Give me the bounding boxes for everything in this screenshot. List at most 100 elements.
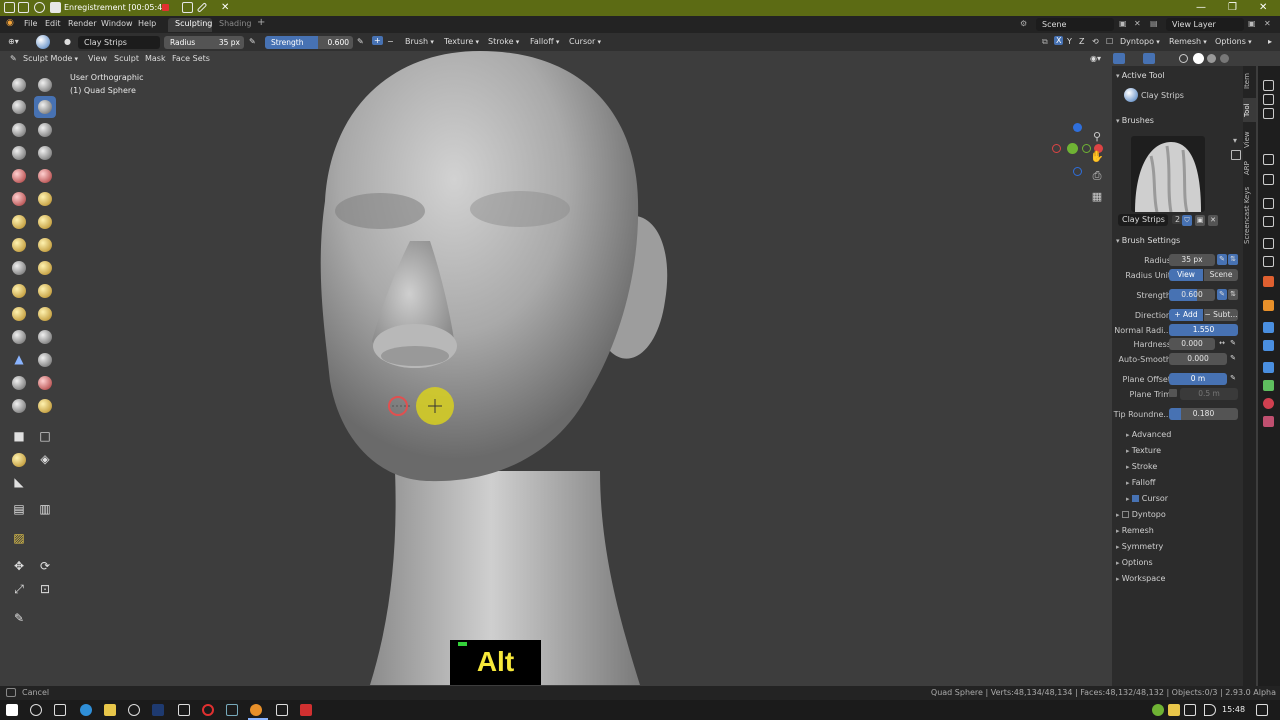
unlink-brush-icon[interactable]: ✕ bbox=[1208, 215, 1218, 226]
collection-props-icon[interactable] bbox=[1263, 216, 1274, 227]
brush-image-icon[interactable] bbox=[1231, 150, 1241, 160]
xray-toggle-icon[interactable] bbox=[1143, 53, 1155, 64]
panel-workspace[interactable]: Workspace bbox=[1116, 574, 1166, 583]
tool-smooth[interactable] bbox=[34, 165, 56, 187]
tool-boundary[interactable] bbox=[34, 326, 56, 348]
add-workspace-button[interactable]: + bbox=[257, 17, 265, 28]
brush-thumbnail[interactable] bbox=[1131, 136, 1205, 212]
direction-subtract[interactable]: − Subt... bbox=[1204, 309, 1238, 321]
network-icon[interactable] bbox=[1184, 704, 1196, 716]
radius-unit-icon[interactable]: ⇅ bbox=[1228, 254, 1238, 265]
tool-clay[interactable] bbox=[8, 96, 30, 118]
strength-pressure-icon[interactable]: ✎ bbox=[1217, 289, 1227, 300]
output-props-icon[interactable] bbox=[1263, 94, 1274, 105]
folder-icon[interactable] bbox=[50, 2, 61, 13]
tool-multires-displacement-smear[interactable] bbox=[34, 395, 56, 417]
tool-nudge[interactable] bbox=[8, 303, 30, 325]
texture-menu[interactable]: Texture bbox=[444, 37, 479, 46]
pencil-icon[interactable] bbox=[196, 2, 208, 13]
tray-app-icon[interactable] bbox=[1152, 704, 1164, 716]
tool-elastic-deform[interactable] bbox=[8, 257, 30, 279]
direction-add-icon[interactable]: + bbox=[372, 36, 383, 45]
blender-logo-icon[interactable]: ◉ bbox=[6, 18, 14, 28]
menu-render[interactable]: Render bbox=[68, 19, 96, 28]
brush-preview-icon[interactable] bbox=[36, 35, 50, 49]
menu-help[interactable]: Help bbox=[138, 19, 156, 28]
menu-icon[interactable] bbox=[4, 2, 15, 13]
physics-props-icon[interactable] bbox=[1263, 340, 1274, 351]
tool-scale[interactable]: ⤢ bbox=[8, 579, 30, 601]
panel-remesh[interactable]: Remesh bbox=[1116, 526, 1154, 535]
tab-view[interactable]: View bbox=[1243, 128, 1256, 152]
tab-screencast-keys[interactable]: Screencast Keys bbox=[1243, 184, 1256, 246]
windows-start-icon[interactable] bbox=[6, 704, 18, 716]
taskbar-clock[interactable]: 15:48 bbox=[1222, 705, 1245, 714]
plane-offset-field[interactable]: 0 m bbox=[1169, 373, 1227, 385]
tray-chevron-icon[interactable] bbox=[1138, 704, 1146, 716]
gizmo-y-axis[interactable] bbox=[1067, 143, 1078, 154]
autosmooth-pressure-icon[interactable]: ✎ bbox=[1228, 353, 1238, 364]
tool-blob[interactable] bbox=[34, 142, 56, 164]
panel-symmetry[interactable]: Symmetry bbox=[1116, 542, 1163, 551]
tab-shading[interactable]: Shading bbox=[219, 19, 252, 28]
minimize-icon[interactable]: — bbox=[1196, 2, 1206, 13]
editor-type-icon[interactable]: ⊕▾ bbox=[8, 37, 19, 46]
particles-props-icon[interactable] bbox=[1263, 276, 1274, 287]
brush-settings-header[interactable]: Brush Settings bbox=[1116, 236, 1180, 245]
constraints-props-icon[interactable] bbox=[1263, 362, 1274, 373]
tool-annotate[interactable]: ✎ bbox=[8, 608, 30, 630]
radius-pressure-icon[interactable]: ✎ bbox=[249, 37, 256, 46]
radius-field[interactable]: 35 px bbox=[1169, 254, 1215, 266]
symmetry-y-toggle[interactable]: Y bbox=[1067, 37, 1072, 46]
camera-icon[interactable] bbox=[182, 2, 193, 13]
tab-sculpting[interactable]: Sculpting bbox=[175, 19, 212, 28]
tool-edit-face-set[interactable]: ▨ bbox=[8, 528, 30, 550]
dyntopo-checkbox[interactable]: ☐ bbox=[1106, 37, 1113, 46]
subsection-texture[interactable]: Texture bbox=[1126, 446, 1161, 455]
tool-move[interactable]: ✥ bbox=[8, 556, 30, 578]
tool-box-hide[interactable]: □ bbox=[34, 426, 56, 448]
tool-multires-displacement-eraser[interactable] bbox=[8, 395, 30, 417]
subsection-advanced[interactable]: Advanced bbox=[1126, 430, 1172, 439]
shading-wireframe-icon[interactable] bbox=[1179, 54, 1188, 63]
app-icon-4[interactable] bbox=[276, 704, 288, 716]
autosmooth-field[interactable]: 0.000 bbox=[1169, 353, 1227, 365]
tab-item[interactable]: Item bbox=[1243, 70, 1256, 92]
tool-cloth-filter[interactable]: ▥ bbox=[34, 499, 56, 521]
view-layer-copy-icon[interactable]: ▣ bbox=[1248, 19, 1256, 28]
app-icon-1[interactable] bbox=[128, 704, 140, 716]
app-icon-3[interactable] bbox=[226, 704, 238, 716]
shading-solid-icon[interactable] bbox=[1193, 53, 1204, 64]
texture-checker-icon[interactable] bbox=[1263, 416, 1274, 427]
collapse-header-icon[interactable]: ▸ bbox=[1268, 37, 1272, 46]
3d-viewport[interactable]: User Orthographic (1) Quad Sphere ⚲ ✋ ⎙ … bbox=[0, 51, 1110, 685]
menu-mask[interactable]: Mask bbox=[145, 54, 166, 63]
mode-selector[interactable]: Sculpt Mode bbox=[23, 54, 78, 63]
shading-rendered-icon[interactable] bbox=[1220, 54, 1229, 63]
object-data-icon[interactable] bbox=[1263, 300, 1274, 311]
active-tool-header[interactable]: Active Tool bbox=[1116, 71, 1165, 80]
close-recorder-icon[interactable]: ✕ bbox=[221, 2, 229, 13]
tool-slide-relax[interactable] bbox=[8, 326, 30, 348]
maximize-icon[interactable]: ❐ bbox=[1228, 2, 1237, 13]
fake-user-icon[interactable]: ⛉ bbox=[1182, 215, 1192, 226]
strength-slider[interactable]: Strength 0.600 bbox=[265, 36, 353, 49]
tool-line-project[interactable]: ◣ bbox=[8, 472, 30, 494]
gizmo-neg-x-axis[interactable] bbox=[1052, 144, 1061, 153]
falloff-menu[interactable]: Falloff bbox=[530, 37, 559, 46]
brushes-header[interactable]: Brushes bbox=[1116, 116, 1154, 125]
shading-material-icon[interactable] bbox=[1207, 54, 1216, 63]
menu-file[interactable]: File bbox=[24, 19, 37, 28]
tool-inflate[interactable] bbox=[8, 142, 30, 164]
tool-draw[interactable] bbox=[8, 74, 30, 96]
tip-roundness-field[interactable]: 0.180 bbox=[1169, 408, 1238, 420]
plane-offset-pressure-icon[interactable]: ✎ bbox=[1228, 373, 1238, 384]
panel-dyntopo[interactable]: Dyntopo bbox=[1116, 510, 1166, 519]
gizmo-neg-z-axis[interactable] bbox=[1073, 167, 1082, 176]
world-props-icon[interactable] bbox=[1263, 198, 1274, 209]
scene-props-icon[interactable] bbox=[1263, 174, 1274, 185]
visibility-icon[interactable]: ◉▾ bbox=[1090, 54, 1101, 63]
explorer-icon[interactable] bbox=[104, 704, 116, 716]
tool-crease[interactable] bbox=[8, 165, 30, 187]
tool-scrape[interactable] bbox=[8, 211, 30, 233]
